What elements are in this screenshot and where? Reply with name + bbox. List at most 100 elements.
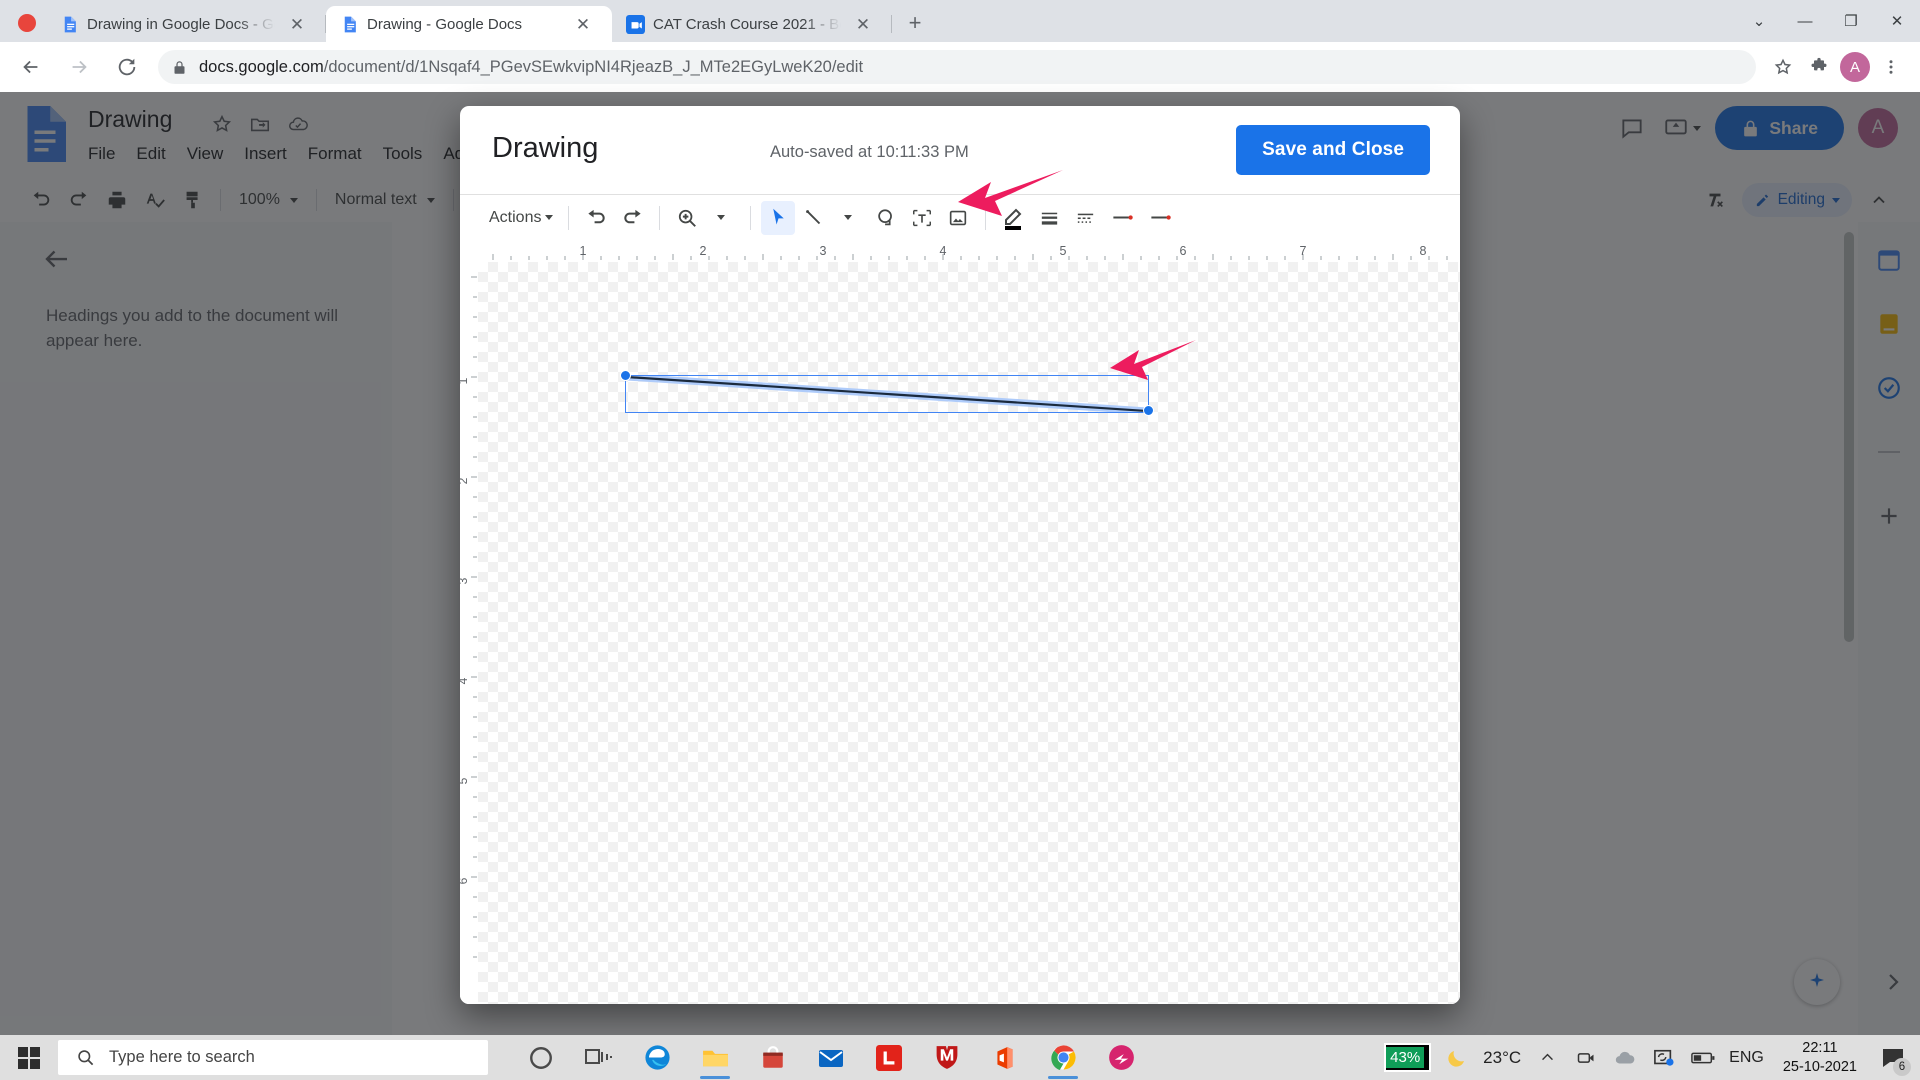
mail-icon[interactable] <box>802 1035 860 1080</box>
vertical-ruler[interactable]: 1 2 3 4 5 6 <box>460 262 478 982</box>
horizontal-ruler[interactable]: 1 2 3 4 5 6 7 8 <box>478 240 1460 262</box>
redo-icon[interactable] <box>615 201 649 235</box>
app-pink-icon[interactable] <box>1092 1035 1150 1080</box>
svg-text:5: 5 <box>460 777 470 784</box>
notification-count: 6 <box>1893 1057 1911 1076</box>
actions-menu-button[interactable]: Actions <box>484 201 558 235</box>
minimize-button[interactable]: — <box>1782 0 1828 42</box>
drawing-dialog: Drawing Auto-saved at 10:11:33 PM Save a… <box>460 106 1460 1004</box>
svg-text:7: 7 <box>1300 244 1307 258</box>
dialog-header: Drawing Auto-saved at 10:11:33 PM Save a… <box>460 106 1460 194</box>
select-arrow-icon[interactable] <box>761 200 796 235</box>
chrome-icon[interactable] <box>1034 1035 1092 1080</box>
line-start-icon[interactable] <box>1104 201 1140 235</box>
browser-tab-1[interactable]: Drawing in Google Docs - Google ✕ <box>46 6 326 42</box>
file-explorer-icon[interactable] <box>686 1035 744 1080</box>
image-icon[interactable] <box>941 201 975 235</box>
line-dropdown-caret[interactable] <box>833 201 867 235</box>
battery-percent-badge[interactable]: 43% <box>1384 1043 1432 1072</box>
text-box-icon[interactable] <box>905 201 939 235</box>
shape-icon[interactable] <box>869 201 903 235</box>
close-icon[interactable]: ✕ <box>571 12 595 36</box>
start-handle[interactable] <box>620 370 631 381</box>
url-text: docs.google.com/document/d/1Nsqaf4_PGevS… <box>199 58 863 77</box>
cortana-icon[interactable] <box>512 1035 570 1080</box>
language-indicator[interactable]: ENG <box>1729 1049 1764 1067</box>
chrome-more-icon[interactable]: ⌄ <box>1736 0 1782 42</box>
browser-tab-3[interactable]: CAT Crash Course 2021 - Best on ✕ <box>612 6 892 42</box>
edge-icon[interactable] <box>628 1035 686 1080</box>
docs-icon <box>344 16 356 32</box>
video-icon <box>626 14 645 34</box>
toolbar-divider <box>750 205 752 230</box>
close-icon[interactable]: ✕ <box>285 12 309 36</box>
svg-text:1: 1 <box>460 377 470 384</box>
svg-text:6: 6 <box>1180 244 1187 258</box>
save-and-close-button[interactable]: Save and Close <box>1236 125 1430 175</box>
autosave-status: Auto-saved at 10:11:33 PM <box>770 143 969 161</box>
toolbar-divider <box>985 205 987 230</box>
tab-strip: Drawing in Google Docs - Google ✕ Drawin… <box>0 0 1920 42</box>
svg-text:1: 1 <box>580 244 587 258</box>
screen-recording-indicator <box>18 14 36 32</box>
drawing-canvas-area: 1 2 3 4 5 6 7 8 1 2 3 4 5 6 <box>460 240 1460 1004</box>
undo-icon[interactable] <box>579 201 613 235</box>
svg-text:3: 3 <box>820 244 827 258</box>
camera-icon[interactable] <box>1573 1045 1599 1071</box>
clock-date: 25-10-2021 <box>1782 1058 1857 1075</box>
forward-arrow-icon[interactable] <box>62 50 96 84</box>
avatar[interactable]: A <box>1840 52 1870 82</box>
lock-icon <box>174 60 185 74</box>
line-end-icon[interactable] <box>1142 201 1178 235</box>
lenovo-icon[interactable] <box>860 1035 918 1080</box>
window-controls: ⌄ — ❐ ✕ <box>1736 0 1920 42</box>
windows-start-icon[interactable] <box>0 1035 58 1080</box>
mcafee-icon[interactable] <box>918 1035 976 1080</box>
maximize-button[interactable]: ❐ <box>1828 0 1874 42</box>
tab-title: CAT Crash Course 2021 - Best on <box>653 15 843 33</box>
url-host: docs.google.com <box>199 57 324 76</box>
line-weight-icon[interactable] <box>1032 201 1066 235</box>
puzzle-piece-icon[interactable] <box>1804 52 1834 82</box>
drawing-toolbar: Actions <box>460 194 1460 240</box>
three-dot-menu-icon[interactable] <box>1876 52 1906 82</box>
browser-tab-2[interactable]: Drawing - Google Docs ✕ <box>326 6 612 42</box>
chevron-down-icon <box>545 215 554 220</box>
search-input[interactable]: Type here to search <box>58 1040 488 1075</box>
svg-text:2: 2 <box>460 477 470 484</box>
dialog-title: Drawing <box>492 132 599 164</box>
new-tab-button[interactable]: + <box>898 6 932 40</box>
onedrive-icon[interactable] <box>1612 1045 1638 1071</box>
chevron-down-icon <box>844 215 853 220</box>
chevron-up-icon[interactable] <box>1534 1045 1560 1071</box>
sync-icon[interactable] <box>1651 1045 1677 1071</box>
zoom-dropdown-caret[interactable] <box>706 201 740 235</box>
windows-taskbar: Type here to search 43% 23°C ENG 22:11 2… <box>0 1035 1920 1080</box>
zoom-in-icon[interactable] <box>670 201 704 235</box>
address-bar[interactable]: docs.google.com/document/d/1Nsqaf4_PGevS… <box>158 50 1756 84</box>
search-placeholder: Type here to search <box>109 1048 255 1066</box>
svg-text:4: 4 <box>940 244 947 258</box>
reload-icon[interactable] <box>110 50 144 84</box>
line-dash-icon[interactable] <box>1068 201 1102 235</box>
back-arrow-icon[interactable] <box>14 50 48 84</box>
bookmark-star-icon[interactable] <box>1768 52 1798 82</box>
office-icon[interactable] <box>976 1035 1034 1080</box>
line-color-icon[interactable] <box>996 201 1030 235</box>
clock[interactable]: 22:11 25-10-2021 <box>1777 1039 1863 1076</box>
battery-icon[interactable] <box>1690 1045 1716 1071</box>
drawing-canvas[interactable] <box>478 262 1460 1004</box>
actions-label: Actions <box>489 208 542 226</box>
close-window-button[interactable]: ✕ <box>1874 0 1920 42</box>
toolbar-divider <box>659 205 661 230</box>
taskbar-apps <box>512 1035 1150 1080</box>
end-handle[interactable] <box>1143 405 1154 416</box>
notification-icon[interactable]: 6 <box>1876 1041 1911 1076</box>
selected-line-shape[interactable] <box>620 370 1154 416</box>
svg-text:5: 5 <box>1060 244 1067 258</box>
line-icon[interactable] <box>797 201 831 235</box>
store-icon[interactable] <box>744 1035 802 1080</box>
close-icon[interactable]: ✕ <box>851 12 875 36</box>
svg-text:6: 6 <box>460 877 470 884</box>
task-view-icon[interactable] <box>570 1035 628 1080</box>
